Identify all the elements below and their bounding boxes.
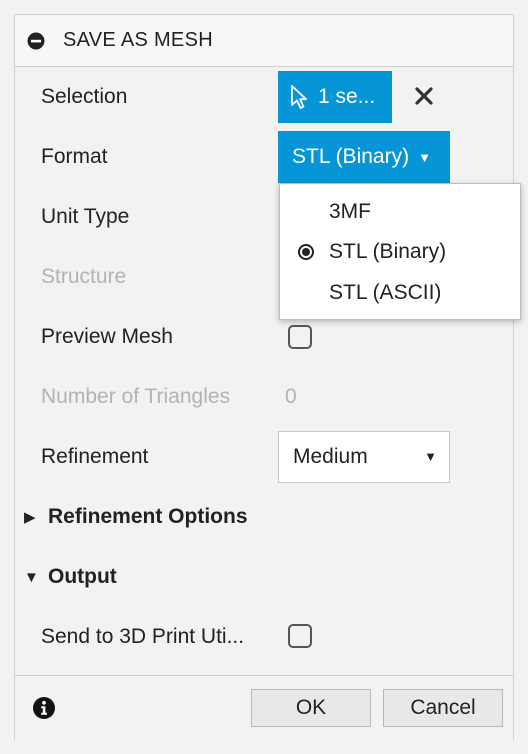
preview-mesh-label: Preview Mesh	[41, 325, 173, 348]
selection-count: 1 se...	[318, 85, 376, 108]
cancel-button[interactable]: Cancel	[383, 689, 503, 727]
format-dropdown[interactable]: STL (Binary) ▼	[278, 131, 450, 183]
format-value: STL (Binary)	[292, 145, 410, 168]
selection-label: Selection	[41, 85, 128, 108]
dialog-titlebar[interactable]: SAVE AS MESH	[15, 15, 513, 67]
caret-down-icon: ▼	[418, 149, 431, 165]
dialog-footer: OK Cancel	[15, 675, 513, 741]
refinement-select[interactable]: Medium ▼	[278, 431, 450, 483]
format-dropdown-menu: 3MF STL (Binary) STL (ASCII)	[279, 183, 521, 320]
selection-button[interactable]: 1 se...	[278, 71, 392, 123]
triangles-value: 0	[285, 385, 297, 408]
output-toggle[interactable]: ▼ Output	[24, 565, 117, 589]
unit-type-label: Unit Type	[41, 205, 130, 228]
triangle-right-icon: ▶	[24, 509, 36, 526]
cursor-arrow-icon	[291, 85, 307, 109]
refinement-options-toggle[interactable]: ▶ Refinement Options	[24, 505, 248, 529]
format-option-label: 3MF	[329, 200, 371, 223]
send-to-print-checkbox[interactable]	[288, 624, 312, 648]
format-option-3mf[interactable]: 3MF	[280, 192, 520, 232]
send-to-print-label: Send to 3D Print Uti...	[41, 625, 245, 648]
triangle-down-icon: ▼	[24, 568, 39, 586]
preview-mesh-checkbox[interactable]	[288, 325, 312, 349]
save-as-mesh-dialog: SAVE AS MESH Selection 1 se... Format ST…	[14, 14, 521, 741]
collapse-minus-icon[interactable]	[27, 32, 45, 50]
format-option-stl-binary[interactable]: STL (Binary)	[280, 232, 520, 272]
format-option-label: STL (Binary)	[329, 240, 447, 263]
structure-label: Structure	[41, 265, 127, 288]
close-x-icon[interactable]	[411, 83, 437, 109]
radio-selected-icon	[298, 244, 314, 260]
triangles-label: Number of Triangles	[41, 385, 231, 408]
refinement-options-label: Refinement Options	[48, 505, 248, 528]
output-label: Output	[48, 565, 117, 588]
refinement-value: Medium	[293, 445, 368, 468]
format-label: Format	[41, 145, 108, 168]
ok-button[interactable]: OK	[251, 689, 371, 727]
format-option-label: STL (ASCII)	[329, 281, 442, 304]
caret-down-icon: ▼	[424, 449, 437, 464]
dialog-title: SAVE AS MESH	[63, 29, 213, 51]
info-icon[interactable]	[32, 696, 56, 720]
format-option-stl-ascii[interactable]: STL (ASCII)	[280, 273, 520, 313]
refinement-label: Refinement	[41, 445, 149, 468]
